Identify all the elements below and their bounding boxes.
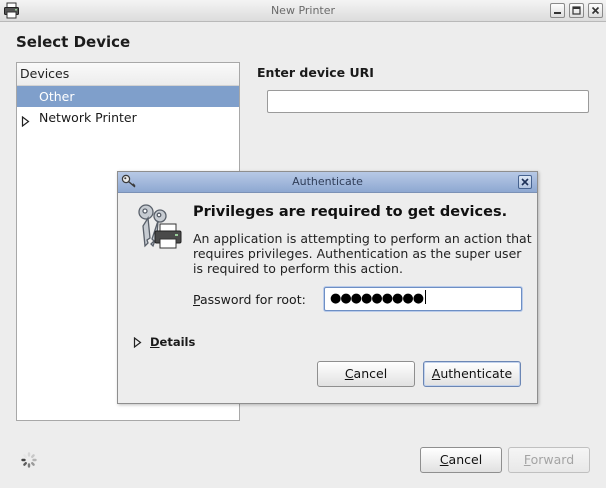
dialog-titlebar[interactable]: Authenticate bbox=[118, 172, 537, 193]
page-title: Select Device bbox=[16, 33, 131, 51]
dialog-message: An application is attempting to perform … bbox=[193, 231, 532, 276]
devices-column-header[interactable]: Devices bbox=[17, 63, 239, 86]
device-item-other[interactable]: Other bbox=[17, 86, 239, 107]
password-input[interactable]: ●●●●●●●●● bbox=[324, 287, 522, 311]
close-button[interactable] bbox=[588, 3, 603, 18]
authenticate-label-rest: uthenticate bbox=[440, 366, 513, 381]
dialog-heading: Privileges are required to get devices. bbox=[193, 204, 508, 220]
password-value: ●●●●●●●●● bbox=[330, 291, 424, 306]
forward-button[interactable]: Forward bbox=[508, 447, 590, 473]
details-label-rest: etails bbox=[159, 335, 196, 349]
details-mnemonic: D bbox=[150, 335, 160, 349]
spinner-icon bbox=[20, 451, 38, 472]
password-label-rest: assword for root: bbox=[199, 292, 306, 307]
authenticate-dialog[interactable]: Authenticate Privileges are required to … bbox=[117, 171, 538, 404]
password-label: Password for root: bbox=[193, 292, 306, 307]
expander-right-icon bbox=[133, 336, 142, 351]
details-label: Details bbox=[150, 335, 195, 349]
maximize-button[interactable] bbox=[569, 3, 584, 18]
close-icon bbox=[521, 178, 529, 186]
minimize-button[interactable] bbox=[550, 3, 565, 18]
device-item-network-printer[interactable]: Network Printer bbox=[17, 107, 239, 128]
dialog-close-button[interactable] bbox=[518, 175, 532, 189]
dialog-cancel-mnemonic: C bbox=[344, 366, 354, 381]
device-item-label: Network Printer bbox=[39, 110, 137, 125]
cancel-label-rest: ancel bbox=[448, 452, 483, 467]
dialog-cancel-label-rest: ancel bbox=[353, 366, 388, 381]
maximize-icon bbox=[572, 6, 581, 15]
text-caret bbox=[425, 290, 427, 304]
minimize-icon bbox=[554, 12, 561, 14]
password-mnemonic: P bbox=[193, 292, 200, 307]
expander-right-icon[interactable] bbox=[21, 112, 30, 133]
device-item-label: Other bbox=[39, 89, 75, 104]
device-uri-input[interactable] bbox=[267, 90, 589, 113]
uri-title: Enter device URI bbox=[257, 65, 374, 80]
window-titlebar[interactable]: New Printer bbox=[0, 0, 606, 22]
authenticate-button[interactable]: Authenticate bbox=[423, 361, 521, 387]
forward-label-rest: orward bbox=[530, 452, 575, 467]
forward-mnemonic: F bbox=[523, 452, 531, 467]
dialog-cancel-button[interactable]: Cancel bbox=[317, 361, 415, 387]
close-icon bbox=[591, 6, 600, 15]
dialog-title: Authenticate bbox=[292, 175, 363, 188]
keys-printer-icon bbox=[136, 202, 184, 255]
cancel-button[interactable]: Cancel bbox=[420, 447, 502, 473]
cancel-mnemonic: C bbox=[439, 452, 449, 467]
window-title: New Printer bbox=[270, 4, 336, 17]
